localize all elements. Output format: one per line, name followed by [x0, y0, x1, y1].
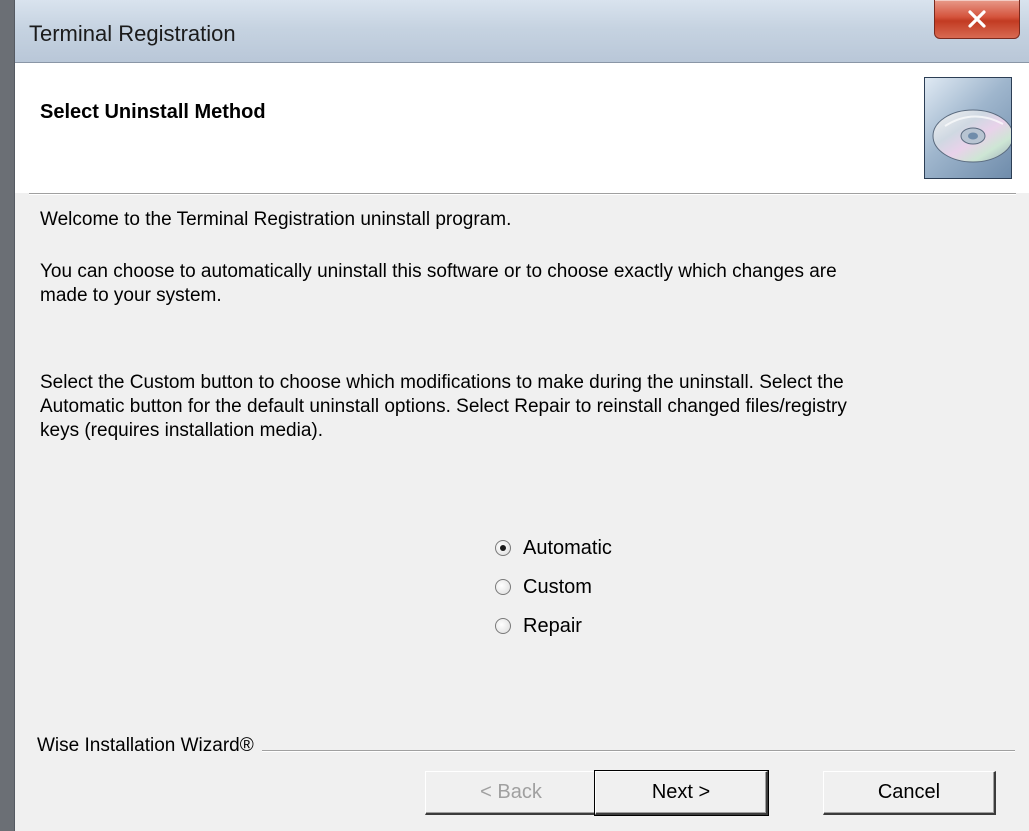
radio-label-repair[interactable]: Repair — [523, 615, 582, 638]
intro-text-line-2: made to your system. — [40, 285, 222, 306]
page-title: Select Uninstall Method — [40, 101, 266, 123]
cancel-button[interactable]: Cancel — [823, 771, 996, 815]
header-panel: Select Uninstall Method — [15, 63, 1029, 193]
radio-button-repair[interactable] — [495, 618, 511, 634]
radio-custom[interactable]: Custom — [495, 572, 592, 602]
close-button[interactable] — [934, 0, 1020, 39]
intro-text-line-1: You can choose to automatically uninstal… — [40, 261, 837, 282]
welcome-text: Welcome to the Terminal Registration uni… — [40, 209, 512, 230]
instructions-line-3: keys (requires installation media). — [40, 420, 324, 441]
back-button[interactable]: < Back — [425, 771, 598, 815]
radio-repair[interactable]: Repair — [495, 611, 582, 641]
next-button[interactable]: Next > — [594, 770, 769, 816]
radio-button-automatic[interactable] — [495, 540, 511, 556]
close-icon — [968, 10, 986, 28]
dialog-client-area: Select Uninstall Method Welcome to the T… — [15, 62, 1029, 831]
window-title: Terminal Registration — [29, 21, 236, 46]
wizard-brand-label: Wise Installation Wizard® — [37, 735, 262, 757]
instructions-line-1: Select the Custom button to choose which… — [40, 372, 844, 393]
radio-label-custom[interactable]: Custom — [523, 576, 592, 599]
uninstall-dialog: Terminal Registration Select Uninstall M… — [14, 0, 1029, 831]
cd-disc-icon — [924, 77, 1012, 179]
header-separator — [29, 193, 1016, 195]
radio-label-automatic[interactable]: Automatic — [523, 537, 612, 560]
instructions-line-2: Automatic button for the default uninsta… — [40, 396, 847, 417]
radio-button-custom[interactable] — [495, 579, 511, 595]
radio-automatic[interactable]: Automatic — [495, 533, 612, 563]
title-bar[interactable]: Terminal Registration — [15, 0, 1029, 62]
